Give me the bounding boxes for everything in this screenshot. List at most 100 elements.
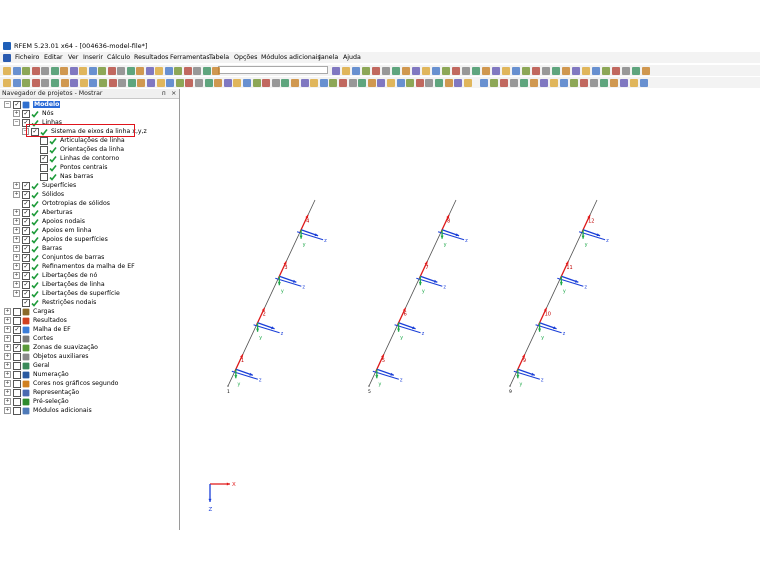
toolbar-button-icon[interactable] (612, 66, 620, 75)
toolbar-button-icon[interactable] (164, 66, 173, 75)
tree-checkbox[interactable]: ✓ (22, 110, 30, 118)
toolbar-button-icon[interactable] (490, 78, 498, 87)
toolbar-button-icon[interactable] (500, 78, 508, 87)
toolbar-button-icon[interactable] (174, 66, 182, 75)
toolbar-button-icon[interactable] (562, 66, 570, 75)
toolbar-button-icon[interactable] (156, 78, 165, 87)
toolbar-button-icon[interactable] (610, 78, 618, 87)
toolbar-button-icon[interactable] (31, 78, 40, 87)
tree-checkbox[interactable]: ✓ (13, 344, 21, 352)
expand-icon[interactable]: + (4, 389, 11, 396)
toolbar-button-icon[interactable] (233, 78, 242, 87)
tree-checkbox[interactable] (40, 173, 48, 181)
tree-checkbox[interactable]: ✓ (22, 227, 30, 235)
toolbar-button-icon[interactable] (570, 78, 578, 87)
tree-item[interactable]: + Cores nos gráficos segundo (0, 379, 178, 388)
close-icon[interactable]: × (171, 89, 176, 97)
pin-icon[interactable]: ᴨ (162, 89, 166, 97)
menu-opcoes[interactable]: Opções (234, 54, 257, 61)
toolbar-button-icon[interactable] (12, 78, 21, 87)
expand-icon[interactable]: + (4, 371, 11, 378)
toolbar-button-icon[interactable] (435, 78, 443, 87)
tree-checkbox[interactable] (13, 317, 21, 325)
toolbar-button-icon[interactable] (510, 78, 518, 87)
toolbar-button-icon[interactable] (281, 78, 290, 87)
toolbar-button-icon[interactable] (442, 66, 450, 75)
toolbar-button-icon[interactable] (69, 66, 78, 75)
toolbar-button-icon[interactable] (262, 78, 271, 87)
tree-item[interactable]: Articulações de linha (0, 136, 178, 145)
toolbar-button-icon[interactable] (560, 78, 568, 87)
menu-editar[interactable]: Editar (44, 54, 63, 61)
view-combo[interactable] (218, 66, 328, 74)
tree-item[interactable]: + Objetos auxiliares (0, 352, 178, 361)
tree-item[interactable]: + ✓ Libertações de superfície (0, 289, 178, 298)
toolbar-button-icon[interactable] (126, 66, 135, 75)
tree-item[interactable]: Orientações da linha (0, 145, 178, 154)
toolbar-button-icon[interactable] (41, 66, 49, 75)
menu-ajuda[interactable]: Ajuda (343, 54, 361, 61)
toolbar-button-icon[interactable] (432, 66, 440, 75)
toolbar-button-icon[interactable] (520, 78, 528, 87)
expand-icon[interactable]: + (13, 281, 20, 288)
toolbar-button-icon[interactable] (482, 66, 490, 75)
tree-checkbox[interactable] (13, 362, 21, 370)
tree-checkbox[interactable] (40, 164, 48, 172)
toolbar-button-icon[interactable] (387, 78, 395, 87)
tree-item[interactable]: + ✓ Sólidos (0, 190, 178, 199)
expand-icon[interactable]: + (4, 380, 11, 387)
toolbar-button-icon[interactable] (204, 78, 213, 87)
toolbar-button-icon[interactable] (452, 66, 460, 75)
menu-modulos-adicionais[interactable]: Módulos adicionais (261, 54, 321, 61)
toolbar-button-icon[interactable] (183, 66, 192, 75)
menu-janela[interactable]: Janela (319, 54, 338, 61)
tree-checkbox[interactable] (13, 389, 21, 397)
toolbar-button-icon[interactable] (630, 78, 638, 87)
expand-icon[interactable]: + (13, 191, 20, 198)
menu-tabela[interactable]: Tabela (209, 54, 229, 61)
toolbar-button-icon[interactable] (402, 66, 410, 75)
tree-checkbox[interactable] (13, 353, 21, 361)
expand-icon[interactable]: + (13, 254, 20, 261)
toolbar-button-icon[interactable] (462, 66, 470, 75)
tree-item[interactable]: + ✓ Aberturas (0, 208, 178, 217)
expand-icon[interactable]: + (13, 236, 20, 243)
menu-ver[interactable]: Ver (68, 54, 78, 61)
expand-icon[interactable]: + (13, 245, 20, 252)
toolbar-button-icon[interactable] (51, 78, 59, 87)
toolbar-button-icon[interactable] (50, 66, 59, 75)
toolbar-button-icon[interactable] (98, 66, 106, 75)
expand-icon[interactable]: + (13, 182, 20, 189)
toolbar-button-icon[interactable] (412, 66, 420, 75)
toolbar-button-icon[interactable] (195, 78, 203, 87)
tree-item[interactable]: + ✓ Superfícies (0, 181, 178, 190)
toolbar-button-icon[interactable] (358, 78, 367, 87)
toolbar-button-icon[interactable] (377, 78, 386, 87)
toolbar-button-icon[interactable] (406, 78, 415, 87)
toolbar-button-icon[interactable] (367, 78, 376, 87)
toolbar-button-icon[interactable] (472, 66, 480, 75)
tree-item[interactable]: + ✓ Libertações de nó (0, 271, 178, 280)
toolbar-button-icon[interactable] (463, 78, 472, 87)
tree-item[interactable]: − ✓ Modelo (0, 100, 178, 109)
toolbar-button-icon[interactable] (530, 78, 538, 87)
expand-icon[interactable]: + (13, 290, 20, 297)
tree-item[interactable]: + ✓ Nós (0, 109, 178, 118)
toolbar-button-icon[interactable] (342, 66, 350, 75)
expand-icon[interactable]: + (13, 227, 20, 234)
tree-checkbox[interactable]: ✓ (22, 290, 30, 298)
menu-ficheiro[interactable]: Ficheiro (15, 54, 39, 61)
toolbar-button-icon[interactable] (492, 66, 500, 75)
toolbar-button-icon[interactable] (147, 78, 155, 87)
tree-item[interactable]: + Cortes (0, 334, 178, 343)
document-icon[interactable] (3, 53, 11, 62)
tree-item[interactable]: Pontos centrais (0, 163, 178, 172)
tree-item[interactable]: + ✓ Refinamentos da malha de EF (0, 262, 178, 271)
toolbar-button-icon[interactable] (214, 78, 223, 87)
toolbar-button-icon[interactable] (41, 78, 50, 87)
toolbar-button-icon[interactable] (22, 66, 30, 75)
model-viewport[interactable]: z y 1 z y 2 z y 3 z y 4 1 z y 5 z y 6 z y 7 z y 8 5 z y 9 z y 10 z y 11 z y 1… (182, 89, 760, 530)
toolbar-button-icon[interactable] (79, 78, 88, 87)
toolbar-button-icon[interactable] (79, 66, 87, 75)
toolbar-button-icon[interactable] (454, 78, 463, 87)
